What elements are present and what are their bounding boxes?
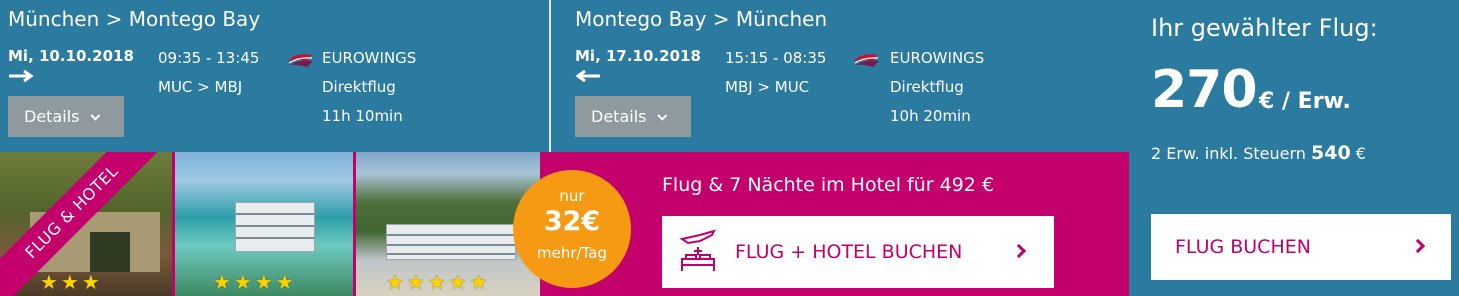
details-label: Details <box>591 107 647 126</box>
chevron-down-icon <box>657 110 668 121</box>
book-flight-label: FLUG BUCHEN <box>1175 236 1311 258</box>
hotel-photo-2[interactable]: ★★★★ <box>175 152 353 296</box>
hotel-photo-1[interactable]: FLUG & HOTEL ★★★ <box>0 152 172 296</box>
price-total-value: 540 <box>1311 142 1351 164</box>
book-flight-hotel-label: FLUG + HOTEL BUCHEN <box>735 241 963 263</box>
book-flight-button[interactable]: FLUG BUCHEN <box>1151 214 1451 280</box>
arrow-left-icon <box>575 69 600 83</box>
return-airports: MBJ > MUC <box>725 78 810 96</box>
return-flight-type: Direktflug <box>890 78 964 96</box>
outbound-airports: MUC > MBJ <box>158 78 243 96</box>
hotel-window <box>90 232 130 272</box>
outbound-duration: 11h 10min <box>322 107 403 125</box>
arrow-right-icon <box>9 69 34 83</box>
outbound-details-button[interactable]: Details <box>8 96 124 137</box>
return-airline: EUROWINGS <box>890 49 985 67</box>
price-total: 2 Erw. inkl. Steuern 540 € <box>1151 142 1366 164</box>
chevron-down-icon <box>90 110 101 121</box>
price-total-prefix: 2 Erw. inkl. Steuern <box>1151 144 1306 163</box>
badge-prefix: nur <box>559 187 585 205</box>
price-amount: 270 <box>1151 60 1258 120</box>
selected-flight-price-panel: Ihr gewählter Flug: 270 € / Erw. 2 Erw. … <box>1129 0 1459 296</box>
badge-price: 32€ <box>543 206 601 237</box>
price-heading: Ihr gewählter Flug: <box>1151 14 1378 42</box>
outbound-flight-type: Direktflug <box>322 78 396 96</box>
details-label: Details <box>24 107 80 126</box>
eurowings-logo-icon <box>854 54 879 67</box>
price-per-day-badge: nur 32€ mehr/Tag <box>513 170 631 288</box>
return-date: Mi, 17.10.2018 <box>575 47 701 65</box>
hotel-building <box>235 202 315 252</box>
price-unit: € / Erw. <box>1259 89 1351 114</box>
plane-bed-icon <box>679 229 716 271</box>
chevron-right-icon <box>1410 238 1426 254</box>
book-flight-hotel-button[interactable]: FLUG + HOTEL BUCHEN <box>662 216 1054 288</box>
chevron-right-icon <box>1011 243 1027 259</box>
badge-suffix: mehr/Tag <box>537 244 607 262</box>
hotel-stars-3: ★★★★★ <box>386 270 491 294</box>
return-duration: 10h 20min <box>890 107 971 125</box>
flight-hotel-package-banner: FLUG & HOTEL ★★★ ★★★★ ★★★★★ nur 32€ mehr… <box>0 152 1129 296</box>
return-times: 15:15 - 08:35 <box>725 49 827 67</box>
outbound-date: Mi, 10.10.2018 <box>8 47 134 65</box>
hotel-stars-1: ★★★ <box>40 270 103 294</box>
outbound-flight-panel: München > Montego Bay Mi, 10.10.2018 09:… <box>0 0 549 152</box>
price-total-currency: € <box>1355 144 1366 163</box>
package-title: Flug & 7 Nächte im Hotel für 492 € <box>662 174 995 196</box>
return-details-button[interactable]: Details <box>575 96 691 137</box>
return-route: Montego Bay > München <box>575 7 828 31</box>
outbound-times: 09:35 - 13:45 <box>158 49 260 67</box>
eurowings-logo-icon <box>288 54 313 67</box>
return-flight-panel: Montego Bay > München Mi, 17.10.2018 15:… <box>551 0 1127 152</box>
hotel-building <box>386 224 516 260</box>
hotel-stars-2: ★★★★ <box>213 270 297 294</box>
outbound-airline: EUROWINGS <box>322 49 417 67</box>
outbound-route: München > Montego Bay <box>8 7 261 31</box>
